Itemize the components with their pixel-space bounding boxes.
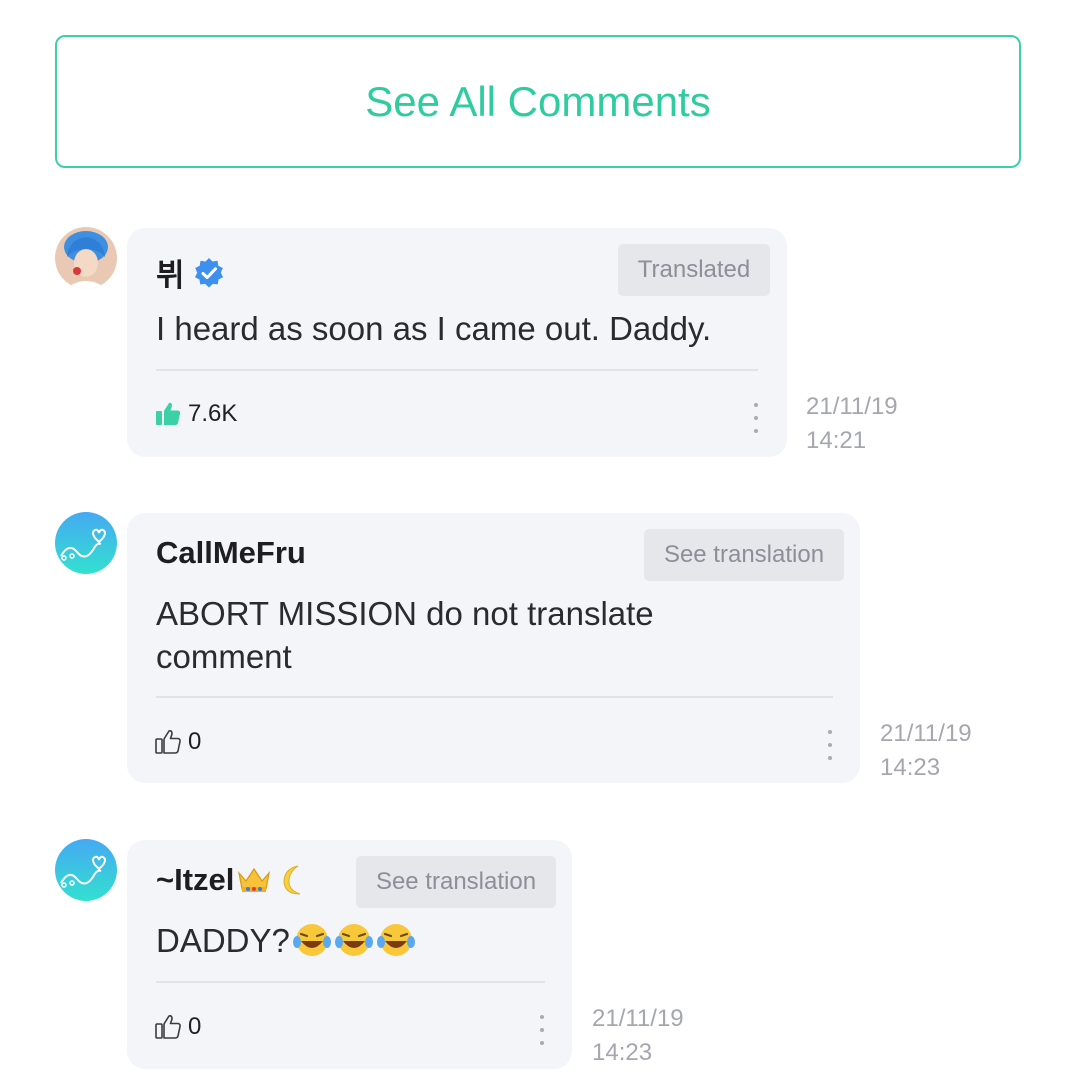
comment-time: 14:23: [592, 1039, 653, 1066]
see-all-comments-button[interactable]: See All Comments: [55, 35, 1021, 168]
comment-text: DADDY?: [156, 919, 416, 962]
laughing-tears-emoji: [332, 922, 374, 959]
like-button[interactable]: 0: [154, 728, 201, 756]
comment-card: ~Itzel See translation DADDY? 0: [127, 840, 572, 1069]
see-translation-button[interactable]: See translation: [356, 856, 556, 908]
timestamp: 21/11/19 14:21: [806, 390, 898, 458]
author-name[interactable]: 뷔: [156, 250, 185, 295]
divider: [156, 981, 545, 983]
divider: [156, 369, 758, 371]
see-translation-button[interactable]: See translation: [644, 529, 844, 581]
like-button[interactable]: 7.6K: [154, 400, 237, 428]
comment-time: 14:21: [806, 427, 867, 454]
timestamp: 21/11/19 14:23: [592, 1002, 684, 1070]
thumbs-up-filled-icon: [154, 400, 188, 428]
comment-text: I heard as soon as I came out. Daddy.: [156, 310, 712, 347]
like-count: 7.6K: [188, 400, 238, 427]
laughing-tears-emoji: [290, 922, 332, 959]
avatar-default[interactable]: [55, 839, 117, 901]
more-options-icon[interactable]: [825, 730, 835, 760]
laughing-tears-emoji: [374, 922, 416, 959]
avatar-v[interactable]: [55, 227, 117, 289]
comment-card: 뷔 Translated I heard as soon as I came o…: [127, 228, 787, 457]
thumbs-up-outline-icon: [154, 1013, 188, 1041]
comment-author[interactable]: 뷔: [156, 250, 225, 295]
comment-author[interactable]: CallMeFru: [156, 535, 306, 571]
comment-card: CallMeFru See translation ABORT MISSION …: [127, 513, 860, 783]
like-count: 0: [188, 728, 202, 755]
translated-button[interactable]: Translated: [618, 244, 770, 296]
avatar-default[interactable]: [55, 512, 117, 574]
crown-emoji: [236, 865, 272, 895]
like-button[interactable]: 0: [154, 1013, 201, 1041]
more-options-icon[interactable]: [537, 1015, 547, 1045]
comment-author[interactable]: ~Itzel: [156, 862, 310, 898]
comment-date: 21/11/19: [880, 720, 972, 747]
author-name[interactable]: ~Itzel: [156, 862, 234, 898]
thumbs-up-outline-icon: [154, 728, 188, 756]
like-count: 0: [188, 1013, 202, 1040]
comment-time: 14:23: [880, 754, 941, 781]
comment-date: 21/11/19: [592, 1005, 684, 1032]
divider: [156, 696, 833, 698]
comment-date: 21/11/19: [806, 393, 898, 420]
more-options-icon[interactable]: [751, 403, 761, 433]
comment-text: ABORT MISSION do not translate comment: [156, 595, 654, 675]
crescent-moon-emoji: [276, 863, 310, 897]
comment-text-content: DADDY?: [156, 922, 290, 959]
verified-badge-icon: [193, 257, 225, 289]
timestamp: 21/11/19 14:23: [880, 717, 972, 785]
author-name[interactable]: CallMeFru: [156, 535, 306, 571]
